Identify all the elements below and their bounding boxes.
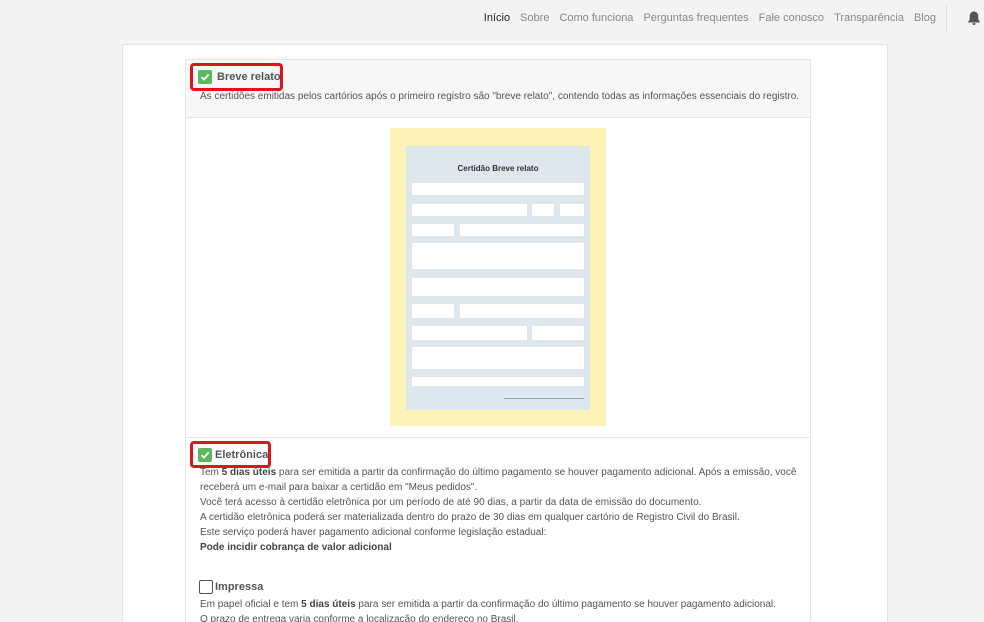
nav-transparencia[interactable]: Transparência: [834, 12, 904, 24]
content-card: Breve relato As certidões emitidas pelos…: [122, 44, 888, 622]
impressa-line-2: O prazo de entrega varia conforme a loca…: [200, 614, 519, 622]
breve-relato-description: As certidões emitidas pelos cartórios ap…: [200, 91, 800, 102]
check-icon: [200, 451, 210, 459]
impressa-checkbox[interactable]: [199, 580, 213, 594]
bell-icon[interactable]: [966, 10, 982, 26]
top-navbar: Início Sobre Como funciona Perguntas fre…: [0, 0, 984, 40]
eletronica-line-3: Você terá acesso à certidão eletrônica p…: [200, 497, 702, 508]
check-icon[interactable]: [198, 70, 212, 84]
nav-blog[interactable]: Blog: [914, 12, 936, 24]
section-divider: [186, 437, 810, 438]
breve-relato-title: Breve relato: [217, 71, 281, 83]
eletronica-line-5: Este serviço poderá haver pagamento adic…: [200, 527, 547, 538]
certificate-illustration: Certidão Breve relato: [390, 128, 606, 426]
eletronica-line-4: A certidão eletrônica poderá ser materia…: [200, 512, 740, 523]
certificate-title: Certidão Breve relato: [457, 164, 539, 173]
certificate-page: Certidão Breve relato: [406, 146, 590, 410]
nav-perguntas-frequentes[interactable]: Perguntas frequentes: [643, 12, 748, 24]
eletronica-line-6: Pode incidir cobrança de valor adicional: [200, 542, 392, 553]
eletronica-title: Eletrônica: [215, 449, 269, 461]
nav-como-funciona[interactable]: Como funciona: [559, 12, 633, 24]
impressa-line-1: Em papel oficial e tem 5 dias úteis para…: [200, 599, 776, 610]
eletronica-line-2: receberá um e-mail para baixar a certidã…: [200, 482, 478, 493]
impressa-title: Impressa: [215, 581, 264, 593]
signature-line: [504, 398, 584, 399]
main-nav: Início Sobre Como funciona Perguntas fre…: [484, 0, 936, 36]
certificate-options-panel: Breve relato As certidões emitidas pelos…: [185, 59, 811, 622]
nav-divider: [946, 6, 947, 32]
nav-sobre[interactable]: Sobre: [520, 12, 549, 24]
eletronica-checkbox[interactable]: [198, 448, 212, 462]
breve-relato-section: Breve relato As certidões emitidas pelos…: [186, 60, 810, 118]
eletronica-line-1: Tem 5 dias úteis para ser emitida a part…: [200, 467, 797, 478]
nav-fale-conosco[interactable]: Fale conosco: [759, 12, 824, 24]
nav-inicio[interactable]: Início: [484, 12, 510, 24]
